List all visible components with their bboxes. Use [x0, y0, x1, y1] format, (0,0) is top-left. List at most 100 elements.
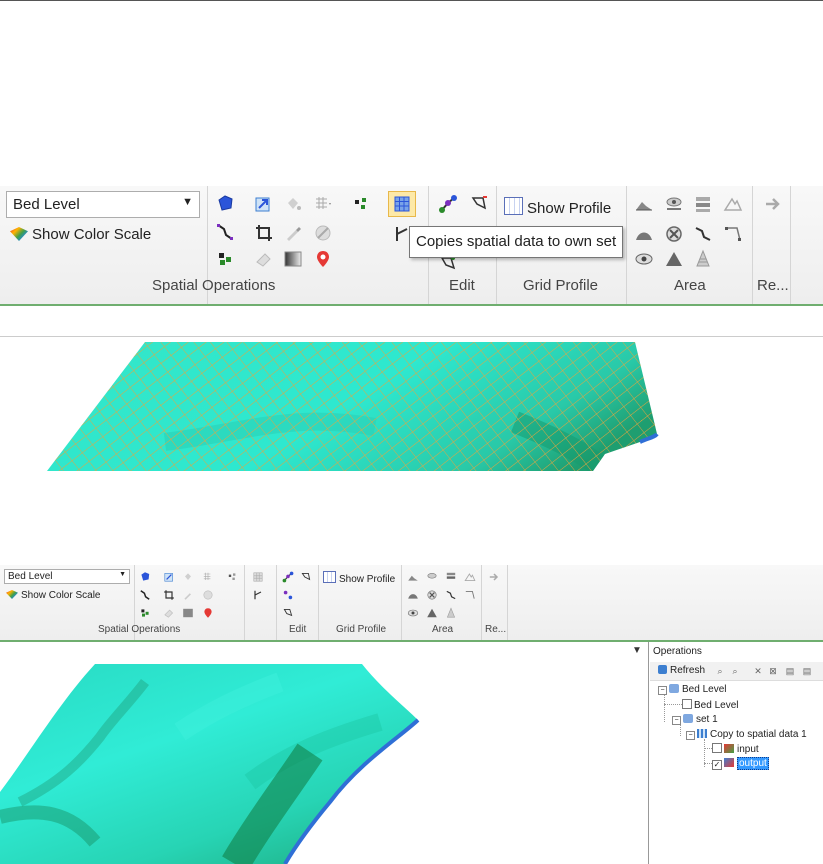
move-up-icon[interactable]: ▤ [785, 666, 795, 676]
import-icon[interactable] [253, 194, 273, 214]
eye-layer-icon[interactable] [664, 194, 684, 214]
move-down-icon[interactable]: ▤ [802, 666, 812, 676]
operations-panel: Operations Refresh ⌕ ⌕ ✕ ⊠ ▤ ▤ − Bed Leve… [650, 642, 823, 864]
points-icon[interactable] [139, 607, 151, 619]
map-pin-icon[interactable] [202, 607, 214, 619]
mound-icon[interactable] [634, 224, 654, 244]
move-points-icon[interactable] [282, 589, 294, 601]
ribbon-toolbar-small: Bed Level ▼ Show Color Scale Show Profil… [0, 565, 823, 642]
dataset-combo[interactable]: Bed Level ▼ [4, 569, 130, 584]
select-lasso-icon[interactable] [300, 571, 312, 583]
dataset-combo[interactable]: Bed Level ▼ [6, 191, 200, 218]
erase-circle-icon[interactable] [202, 589, 214, 601]
mountain-outline-icon[interactable] [723, 194, 743, 214]
chevron-down-icon[interactable]: ▼ [182, 196, 193, 208]
fill-icon[interactable] [283, 194, 303, 214]
cancel-circle-icon[interactable] [426, 589, 438, 601]
zoom-in-icon[interactable]: ⌕ [715, 666, 725, 676]
split-icon[interactable] [252, 589, 264, 601]
grid-mesh-map[interactable] [45, 342, 710, 471]
hill-icon[interactable] [634, 194, 654, 214]
tree-connector [664, 694, 665, 722]
collapse-icon[interactable]: − [658, 686, 667, 695]
gradient-icon[interactable] [182, 607, 194, 619]
copy-spatial-data-button[interactable] [388, 191, 416, 217]
tree-item-output[interactable]: ✓ output [712, 757, 769, 770]
path-icon[interactable] [693, 224, 713, 244]
edit-nodes-icon[interactable] [438, 194, 458, 214]
eraser-icon[interactable] [163, 607, 175, 619]
redo-arrow-icon[interactable] [488, 571, 500, 583]
cancel-circle-icon[interactable] [664, 224, 684, 244]
triangle-icon[interactable] [426, 607, 438, 619]
refresh-button[interactable]: Refresh [658, 665, 705, 676]
corner-path-icon[interactable] [723, 224, 743, 244]
view-separator [0, 336, 823, 337]
eye-layer-icon[interactable] [426, 571, 438, 583]
hill-icon[interactable] [407, 571, 419, 583]
points-icon[interactable] [215, 249, 235, 269]
zoom-out-icon[interactable]: ⌕ [730, 666, 740, 676]
fill-icon[interactable] [182, 571, 194, 583]
eraser-icon[interactable] [254, 249, 274, 269]
gradient-icon[interactable] [283, 249, 303, 269]
collapse-icon[interactable]: − [686, 731, 695, 740]
layers-icon[interactable] [693, 194, 713, 214]
checkbox[interactable] [712, 743, 722, 753]
polygon-icon[interactable] [139, 571, 151, 583]
crop-icon[interactable] [254, 223, 274, 243]
collapse-icon[interactable]: − [672, 716, 681, 725]
mountain-outline-icon[interactable] [464, 571, 476, 583]
scatter-points-icon[interactable] [352, 194, 372, 214]
pipette-icon[interactable] [182, 589, 194, 601]
pin-dropdown-icon[interactable]: ▼ [632, 645, 642, 656]
corner-path-icon[interactable] [464, 589, 476, 601]
grid-dropdown-icon[interactable] [202, 571, 214, 583]
group-label-re: Re... [485, 624, 507, 635]
polyline-icon[interactable] [215, 222, 235, 242]
tree-item-copy-operation[interactable]: − Copy to spatial data 1 [686, 729, 807, 740]
path-icon[interactable] [445, 589, 457, 601]
copy-grid-icon[interactable] [252, 571, 264, 583]
pipette-icon[interactable] [283, 223, 303, 243]
bathymetry-map[interactable] [0, 642, 648, 864]
redo-arrow-icon[interactable] [763, 194, 783, 214]
show-color-scale-button[interactable]: Show Color Scale [10, 226, 151, 243]
copy-grid-icon [394, 196, 410, 212]
chevron-down-icon[interactable]: ▼ [119, 571, 126, 578]
separator [276, 565, 277, 640]
checkbox[interactable] [682, 699, 692, 709]
erase-circle-icon[interactable] [313, 223, 333, 243]
polyline-icon[interactable] [139, 589, 151, 601]
delete-icon[interactable]: ✕ [753, 666, 763, 676]
tree-item-set-1[interactable]: − set 1 [672, 714, 718, 725]
map-view[interactable] [0, 642, 649, 864]
separator [626, 186, 627, 304]
triangle-icon[interactable] [664, 249, 684, 269]
layers-icon[interactable] [445, 571, 457, 583]
grid-dropdown-icon[interactable] [313, 194, 333, 214]
show-profile-button[interactable]: Show Profile [323, 571, 395, 585]
view-eye-icon[interactable] [407, 607, 419, 619]
select-icon[interactable] [282, 607, 294, 619]
checkbox-checked[interactable]: ✓ [712, 760, 722, 770]
mound-icon[interactable] [407, 589, 419, 601]
tree-item-input[interactable]: input [712, 743, 759, 755]
select-lasso-icon[interactable] [469, 194, 489, 214]
remove-icon[interactable]: ⊠ [768, 666, 778, 676]
tree-item-bed-level-root[interactable]: − Bed Level [658, 684, 726, 695]
group-label-spatial-operations: Spatial Operations [98, 624, 181, 635]
view-eye-icon[interactable] [634, 249, 654, 269]
crop-icon[interactable] [163, 589, 175, 601]
import-icon[interactable] [163, 571, 175, 583]
cone-icon[interactable] [693, 249, 713, 269]
show-profile-button[interactable]: Show Profile [504, 197, 611, 217]
show-color-scale-button[interactable]: Show Color Scale [6, 590, 100, 601]
tree-connector [704, 763, 712, 764]
tree-item-bed-level-child[interactable]: Bed Level [682, 699, 738, 711]
scatter-points-icon[interactable] [227, 571, 239, 583]
edit-nodes-icon[interactable] [282, 571, 294, 583]
map-pin-icon[interactable] [313, 249, 333, 269]
polygon-icon[interactable] [215, 194, 235, 214]
cone-icon[interactable] [445, 607, 457, 619]
